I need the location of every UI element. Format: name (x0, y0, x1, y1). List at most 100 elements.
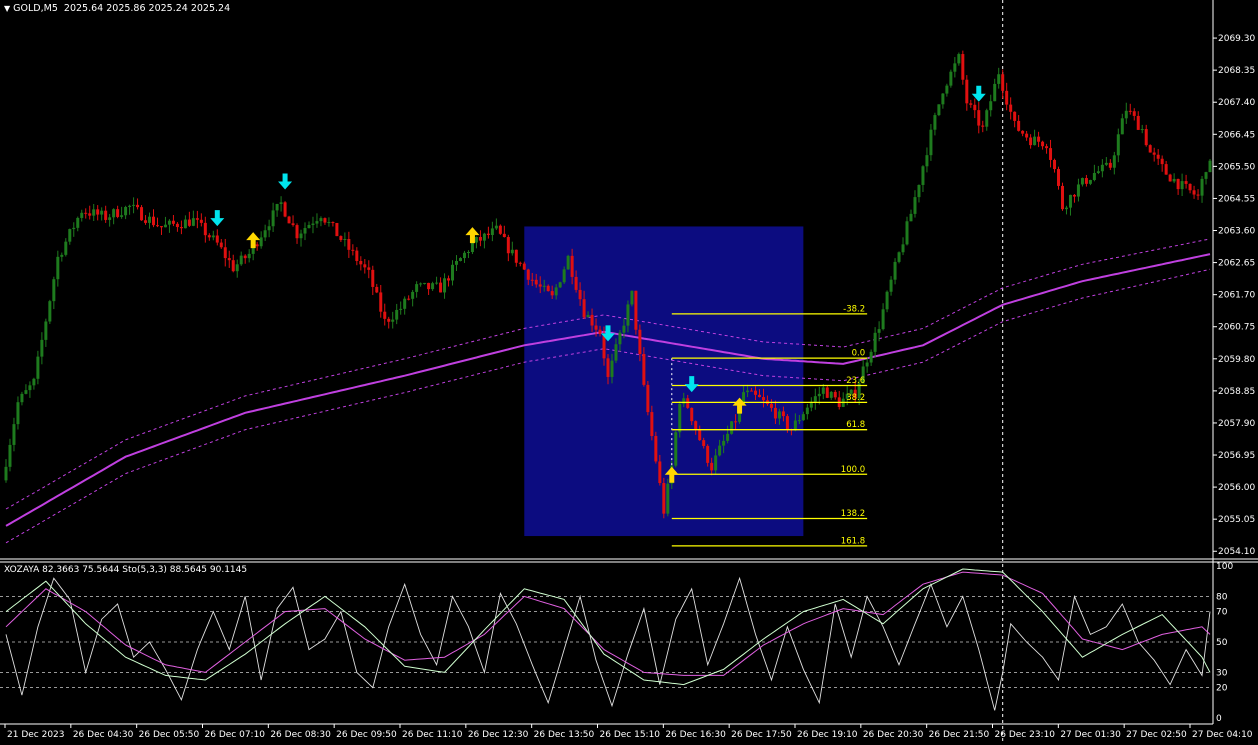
candle-body (869, 351, 873, 363)
candle-body (913, 197, 917, 214)
candle-body (1045, 146, 1049, 149)
candle-body (502, 233, 506, 238)
sell-arrow-icon (278, 173, 293, 190)
candle-body (761, 397, 765, 401)
candle-body (56, 256, 60, 280)
candle-body (16, 402, 20, 425)
price-tick-label: 2067.40 (1218, 98, 1255, 108)
dropdown-triangle-icon[interactable]: ▼ (4, 4, 10, 13)
candle-body (750, 390, 754, 392)
candle-body (514, 249, 518, 263)
candle-body (44, 321, 48, 340)
price-tick-label: 2062.65 (1218, 259, 1255, 269)
candle-body (1104, 162, 1108, 165)
candle-body (494, 225, 498, 229)
candle-body (466, 252, 470, 254)
candle-body (773, 407, 777, 419)
candle-body (1005, 90, 1009, 105)
candle-body (1053, 159, 1057, 170)
candle-body (435, 282, 439, 284)
time-tick-label: 26 Dec 13:50 (534, 730, 595, 740)
fib-level-label: 38.2 (846, 393, 865, 403)
candle-body (757, 394, 761, 398)
candle-body (1009, 104, 1013, 112)
candle-body (339, 236, 343, 240)
candle-body (179, 227, 183, 229)
candle-body (1144, 129, 1148, 146)
candle-body (650, 412, 654, 437)
candle-body (889, 279, 893, 292)
oscillator-tick-label: 70 (1216, 608, 1228, 618)
chart-header: ▼ GOLD,M5 2025.64 2025.86 2025.24 2025.24 (4, 3, 230, 14)
candle-body (347, 239, 351, 250)
candle-body (534, 279, 538, 285)
candle-body (1017, 120, 1021, 131)
oscillator-tick-label: 100 (1216, 562, 1233, 572)
candle-body (821, 387, 825, 394)
oscillator-tick-label: 0 (1216, 714, 1222, 724)
candle-body (195, 218, 199, 220)
price-tick-label: 2060.75 (1218, 323, 1255, 333)
candle-body (12, 424, 16, 445)
candle-body (96, 209, 100, 215)
candle-body (231, 260, 235, 272)
candle-body (730, 421, 734, 434)
candle-body (873, 332, 877, 352)
candle-body (470, 242, 474, 253)
time-tick-label: 21 Dec 2023 (7, 730, 65, 740)
candle-body (419, 283, 423, 285)
candle-body (618, 332, 622, 345)
price-tick-label: 2064.55 (1218, 194, 1255, 204)
candle-body (634, 290, 638, 330)
time-tick-label: 26 Dec 05:50 (139, 730, 200, 740)
candle-body (443, 278, 447, 293)
candle-body (614, 344, 618, 361)
candle-body (590, 314, 594, 326)
candle-body (462, 252, 466, 259)
candle-body (881, 309, 885, 330)
candle-body (439, 282, 443, 293)
time-tick-label: 26 Dec 21:50 (929, 730, 990, 740)
candle-body (933, 115, 937, 130)
candle-body (522, 263, 526, 270)
candle-body (191, 218, 195, 226)
candle-body (48, 301, 52, 322)
candle-body (969, 103, 973, 105)
candle-body (343, 239, 347, 241)
candle-body (379, 292, 383, 312)
price-tick-label: 2056.95 (1218, 451, 1255, 461)
candle-body (726, 433, 730, 441)
candle-body (1068, 194, 1072, 208)
candle-body (1025, 133, 1029, 138)
candle-body (72, 227, 76, 230)
candle-body (1188, 183, 1192, 191)
candle-body (666, 483, 670, 514)
candle-body (255, 244, 259, 247)
candle-body (945, 85, 949, 94)
candle-body (243, 255, 247, 259)
candle-body (957, 54, 961, 64)
candle-body (1156, 154, 1160, 159)
candle-body (925, 155, 929, 167)
candle-body (303, 228, 307, 234)
candle-body (929, 129, 933, 156)
candle-body (40, 339, 44, 357)
candle-body (144, 220, 148, 223)
candle-body (199, 219, 203, 223)
price-tick-label: 2056.00 (1218, 483, 1255, 493)
candle-body (104, 210, 108, 220)
candle-body (885, 291, 889, 310)
candle-body (287, 216, 291, 224)
candle-body (263, 230, 267, 238)
candle-body (570, 255, 574, 277)
candle-body (8, 444, 12, 467)
candle-body (594, 325, 598, 330)
candle-body (1124, 110, 1128, 119)
candle-body (825, 387, 829, 398)
candle-body (1084, 178, 1088, 184)
oscillator-tick-label: 30 (1216, 668, 1228, 678)
candle-body (319, 218, 323, 222)
candle-body (1196, 194, 1200, 196)
candle-body (646, 384, 650, 413)
candle-body (610, 360, 614, 377)
